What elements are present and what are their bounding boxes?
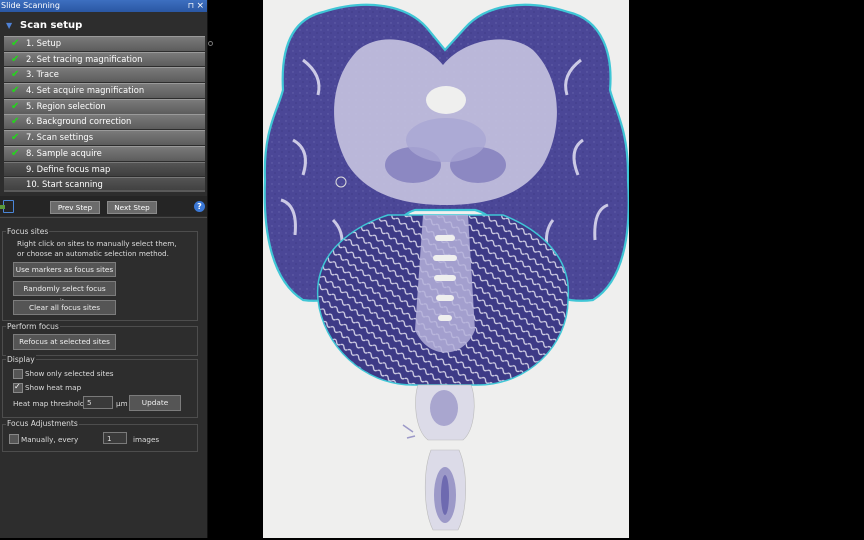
manually-every-label: Manually, every [21, 435, 79, 444]
checkmark-icon: ✔ [11, 147, 20, 159]
focus-sites-instructions-line1: Right click on sites to manually select … [17, 239, 177, 248]
prev-step-button[interactable]: Prev Step [50, 201, 100, 214]
scan-step-item[interactable]: ✔ 3. Trace [4, 67, 205, 83]
scan-step-item[interactable]: 9. Define focus map [4, 161, 205, 177]
pin-icon[interactable]: ⊓ [188, 0, 194, 12]
viewer-marker-dot [208, 41, 213, 46]
scan-step-item[interactable]: ✔ 2. Set tracing magnification [4, 51, 205, 67]
perform-focus-title: Perform focus [6, 322, 60, 331]
slide-scanning-panel: Slide Scanning ⊓ × ▼ Scan setup ✔ 1. Setu… [0, 0, 208, 538]
next-step-button[interactable]: Next Step [107, 201, 157, 214]
nav-divider [0, 217, 207, 218]
refocus-button[interactable]: Refocus at selected sites [13, 334, 116, 350]
checkmark-icon: ✔ [11, 100, 20, 112]
checkmark-icon: ✔ [11, 85, 20, 97]
scan-step-label: 2. Set tracing magnification [26, 53, 143, 64]
steps-divider [4, 190, 205, 192]
scan-step-label: 1. Setup [26, 38, 62, 48]
scan-step-label: 8. Sample acquire [26, 147, 102, 158]
scan-step-label: 4. Set acquire magnification [26, 85, 145, 96]
step-navigation-bar: Prev Step Next Step ? [0, 196, 207, 216]
show-heat-map-checkbox[interactable]: ✓ [13, 382, 23, 393]
use-markers-button[interactable]: Use markers as focus sites [13, 262, 116, 277]
scan-step-label: 9. Define focus map [26, 163, 111, 174]
display-title: Display [6, 355, 36, 364]
panel-title: Slide Scanning [1, 1, 60, 10]
scan-steps-list: ✔ 1. Setup ✔ 2. Set tracing magnification ✔ 3… [4, 36, 205, 193]
scan-step-label: 3. Trace [26, 69, 59, 80]
brain-section-image[interactable] [263, 0, 630, 538]
heat-threshold-input[interactable]: 5 [83, 396, 113, 409]
close-icon[interactable]: × [196, 0, 204, 12]
focus-adjustments-title: Focus Adjustments [6, 419, 79, 428]
heat-threshold-unit: µm [116, 399, 128, 408]
collapse-triangle-icon[interactable]: ▼ [6, 18, 12, 34]
scan-step-item[interactable]: ✔ 1. Setup [4, 36, 205, 51]
checkmark-icon: ✔ [11, 53, 20, 65]
focus-sites-title: Focus sites [6, 227, 50, 236]
scan-step-item[interactable]: ✔ 4. Set acquire magnification [4, 83, 205, 98]
update-button[interactable]: Update [129, 395, 181, 411]
show-selected-label: Show only selected sites [25, 369, 114, 378]
scan-step-item[interactable]: ✔ 7. Scan settings [4, 130, 205, 145]
scan-step-item[interactable]: ✔ 8. Sample acquire [4, 145, 205, 161]
scan-setup-header[interactable]: ▼ Scan setup [4, 18, 204, 34]
focus-sites-instructions-line2: or choose an automatic selection method. [17, 249, 169, 258]
images-unit-label: images [133, 435, 160, 444]
show-heat-map-label: Show heat map [25, 383, 82, 392]
clear-focus-sites-button[interactable]: Clear all focus sites [13, 300, 116, 315]
scan-step-item[interactable]: ✔ 5. Region selection [4, 98, 205, 114]
scan-setup-title: Scan setup [20, 20, 83, 31]
checkmark-icon: ✔ [11, 132, 20, 144]
checkmark-icon: ✔ [11, 116, 20, 128]
panel-title-bar: Slide Scanning ⊓ × [0, 0, 207, 12]
scan-step-label: 7. Scan settings [26, 132, 94, 143]
randomly-select-button[interactable]: Randomly select focus sites [13, 281, 116, 306]
help-icon[interactable]: ? [194, 201, 205, 212]
images-count-input[interactable]: 1 [103, 432, 127, 444]
heat-threshold-label: Heat map threshold [13, 399, 85, 408]
show-selected-checkbox[interactable] [13, 369, 23, 379]
checkmark-icon: ✔ [11, 38, 20, 49]
manually-every-checkbox[interactable] [9, 434, 19, 444]
slide-image-area[interactable] [263, 0, 630, 538]
checkmark-icon: ✔ [11, 69, 20, 81]
scan-step-label: 5. Region selection [26, 100, 106, 111]
scan-step-label: 6. Background correction [26, 116, 132, 127]
panel-dock-icon[interactable] [0, 200, 14, 213]
scan-step-item[interactable]: ✔ 6. Background correction [4, 114, 205, 130]
